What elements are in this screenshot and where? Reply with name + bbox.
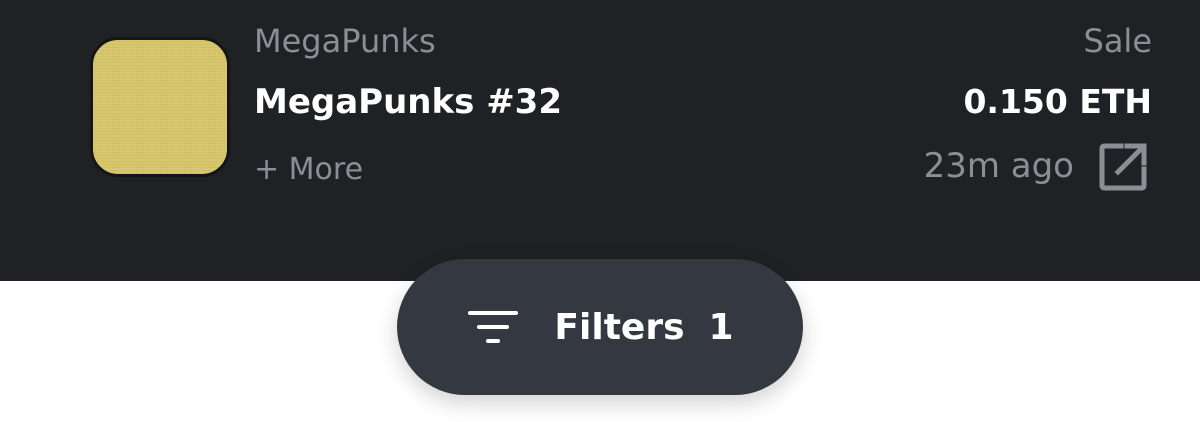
filter-lines-icon xyxy=(468,311,519,343)
time-ago: 23m ago xyxy=(923,146,1074,186)
collection-name[interactable]: MegaPunks xyxy=(254,22,436,60)
event-type-label: Sale xyxy=(1083,22,1153,60)
filters-count-badge: 1 xyxy=(708,306,734,348)
activity-row[interactable]: MegaPunks MegaPunks #32 + More Sale 0.15… xyxy=(0,0,1200,281)
sale-price: 0.150 ETH xyxy=(963,82,1152,121)
nft-thumbnail[interactable] xyxy=(90,37,230,177)
item-name[interactable]: MegaPunks #32 xyxy=(254,82,562,122)
external-link-icon[interactable] xyxy=(1096,140,1150,194)
filters-button[interactable]: Filters 1 xyxy=(397,259,803,395)
more-button[interactable]: + More xyxy=(254,152,363,187)
filters-label: Filters xyxy=(554,306,685,348)
